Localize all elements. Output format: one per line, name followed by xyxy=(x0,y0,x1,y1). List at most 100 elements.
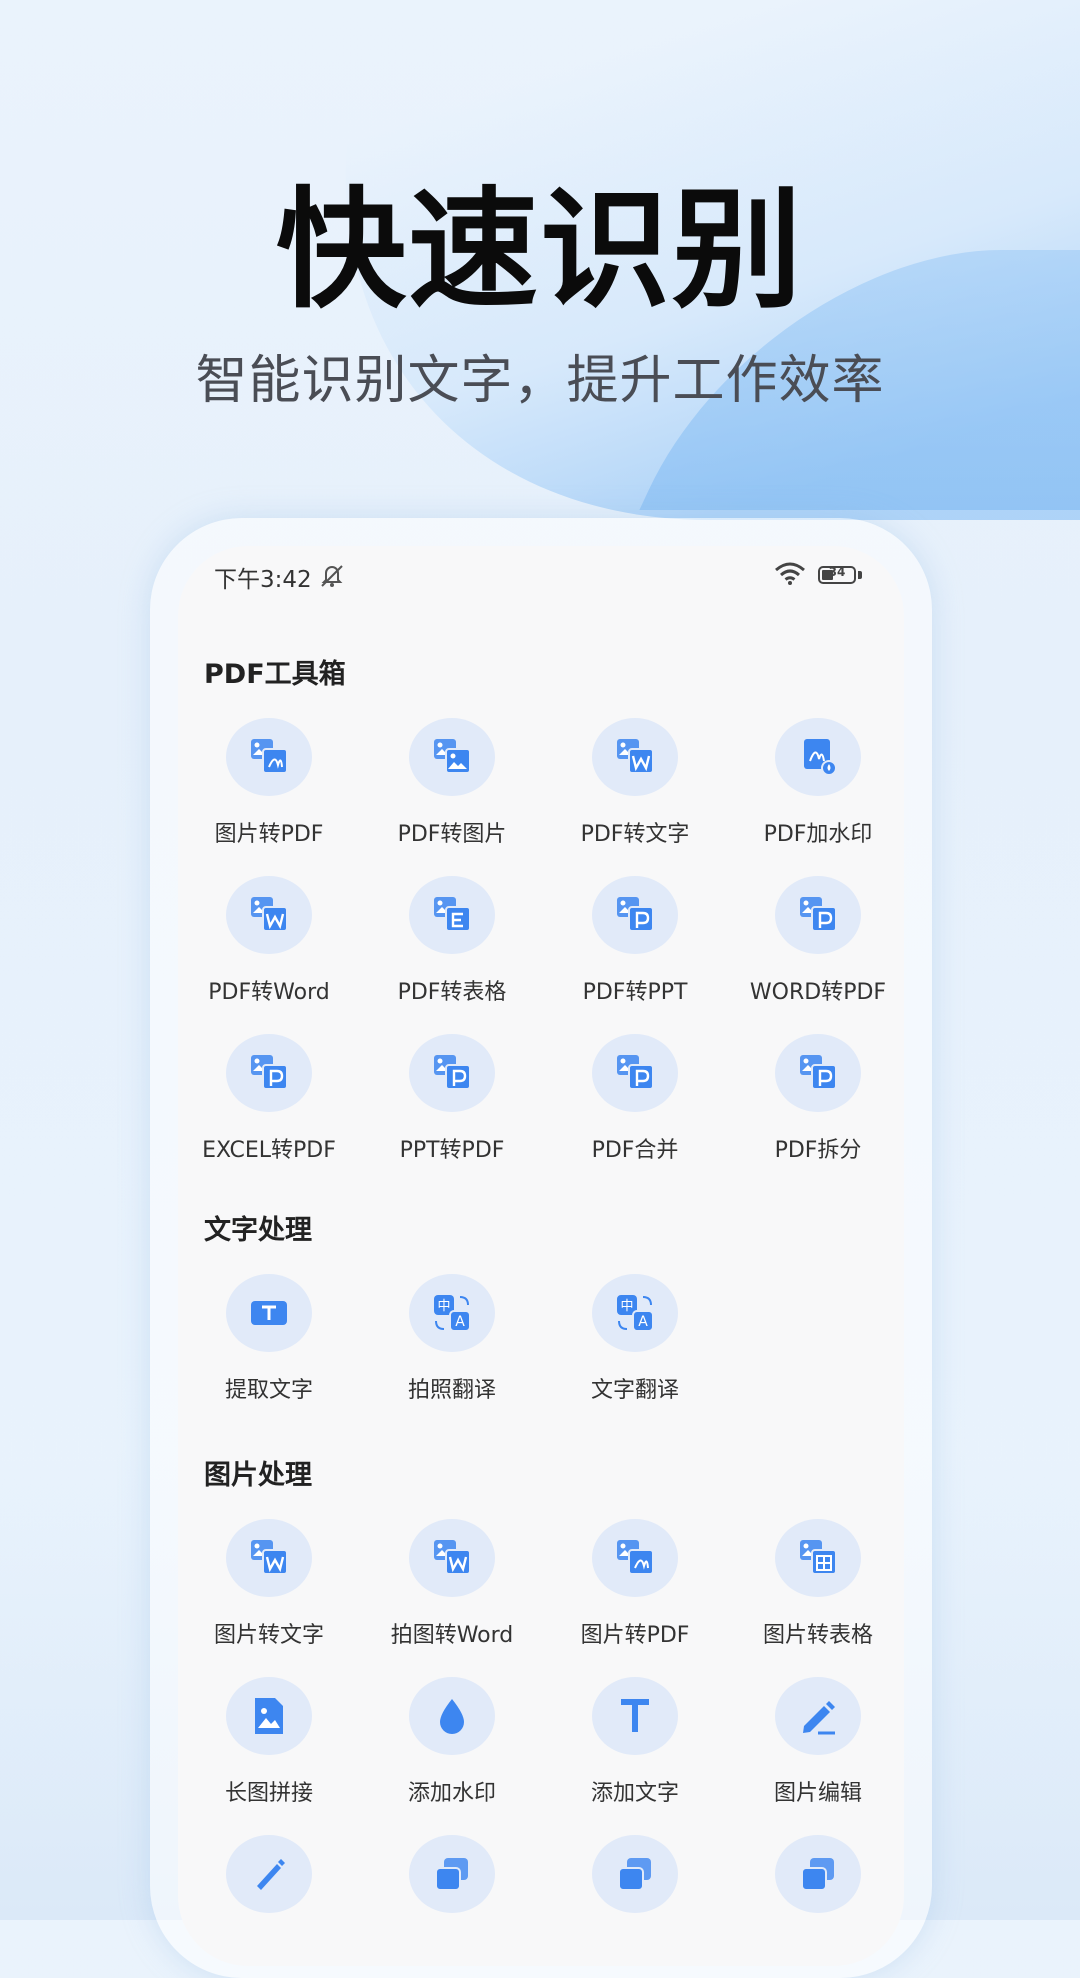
tool-item[interactable]: 图片转表格 xyxy=(727,1519,904,1669)
tool-label: 拍照翻译 xyxy=(407,1378,496,1403)
tool-label: 图片转PDF xyxy=(214,822,324,847)
tool-label: PDF转PPT xyxy=(582,980,688,1005)
excel-to-pdf-icon xyxy=(251,1055,288,1090)
tool-item[interactable]: PDF加水印 xyxy=(727,718,904,868)
image-to-pdf-icon xyxy=(251,739,288,774)
battery-tip xyxy=(858,571,862,579)
tool-label: WORD转PDF xyxy=(749,980,887,1005)
svg-text:A: A xyxy=(455,1314,465,1330)
svg-text:中: 中 xyxy=(620,1299,633,1314)
tool-item[interactable]: 图片转PDF xyxy=(544,1519,726,1669)
tool-item[interactable]: 中A 拍照翻译 xyxy=(361,1274,543,1424)
tool-icon-circle xyxy=(226,718,312,796)
tool-label: PDF加水印 xyxy=(763,822,873,847)
pdf-merge-icon xyxy=(617,1055,654,1090)
tool-item[interactable] xyxy=(544,1835,726,1966)
tool-icon-circle xyxy=(226,1835,312,1913)
tool-icon-circle xyxy=(409,876,495,954)
tool-label: PDF合并 xyxy=(591,1138,679,1163)
section-title: 图片处理 xyxy=(204,1460,312,1491)
tool-item[interactable]: PDF转PPT xyxy=(544,876,726,1026)
tool-item[interactable]: 添加水印 xyxy=(361,1677,543,1827)
tool-label: EXCEL转PDF xyxy=(202,1138,336,1163)
tool-label: PDF拆分 xyxy=(774,1138,862,1163)
tool-label: 拍图转Word xyxy=(390,1623,514,1648)
image-to-text-icon xyxy=(251,1540,288,1575)
tool-label: 添加水印 xyxy=(407,1781,496,1806)
section-title: 文字处理 xyxy=(204,1215,312,1246)
wifi-icon xyxy=(774,562,806,590)
tool-item[interactable] xyxy=(727,1835,904,1966)
tool-icon-circle xyxy=(592,1519,678,1597)
photo-to-word-icon xyxy=(434,1540,471,1575)
tool-icon-circle xyxy=(226,876,312,954)
tool-item[interactable]: PDF合并 xyxy=(544,1034,726,1184)
text-translate-icon: 中A xyxy=(617,1295,654,1332)
section-title: PDF工具箱 xyxy=(204,659,346,690)
pdf-to-excel-icon xyxy=(434,897,471,932)
tool-item[interactable]: 中A 文字翻译 xyxy=(544,1274,726,1424)
tool-item[interactable]: PDF转图片 xyxy=(361,718,543,868)
phone-screen: 下午3:42 34 PDF工具箱 图片转PDF PDF转图片 PDF转文字 PD… xyxy=(178,546,904,1966)
tool-icon-circle xyxy=(409,1835,495,1913)
hero-title: 快速识别 xyxy=(275,174,804,326)
tool-icon-circle xyxy=(592,876,678,954)
svg-text:中: 中 xyxy=(437,1299,450,1314)
tool-icon-circle xyxy=(592,718,678,796)
tool-item[interactable]: WORD转PDF xyxy=(727,876,904,1026)
image-edit-pencil-icon xyxy=(803,1701,835,1735)
tool-label: PDF转Word xyxy=(208,980,330,1005)
image-to-pdf-icon xyxy=(617,1540,654,1575)
battery-percent: 34 xyxy=(828,565,846,579)
tool-item[interactable]: 拍图转Word xyxy=(361,1519,543,1669)
tool-item[interactable] xyxy=(178,1835,360,1966)
tool-label: 文字翻译 xyxy=(590,1378,679,1403)
long-image-stitch-icon xyxy=(255,1698,283,1734)
copy-icon xyxy=(618,1858,651,1891)
tool-icon-circle xyxy=(409,718,495,796)
tool-icon-circle xyxy=(226,1034,312,1112)
tool-icon-circle xyxy=(409,1519,495,1597)
tool-item[interactable] xyxy=(361,1835,543,1966)
tool-item[interactable]: 图片转PDF xyxy=(178,718,360,868)
tool-label: 添加文字 xyxy=(590,1781,679,1806)
tool-item[interactable]: PPT转PDF xyxy=(361,1034,543,1184)
tool-item[interactable]: 添加文字 xyxy=(544,1677,726,1827)
tool-icon-circle xyxy=(592,1034,678,1112)
tool-icon-circle xyxy=(409,1677,495,1755)
tool-icon-circle: 中A xyxy=(592,1274,678,1352)
tool-item[interactable]: 长图拼接 xyxy=(178,1677,360,1827)
photo-translate-icon: 中A xyxy=(434,1295,471,1332)
pdf-to-text-icon xyxy=(617,739,654,774)
tool-item[interactable]: 提取文字 xyxy=(178,1274,360,1424)
tool-item[interactable]: PDF转表格 xyxy=(361,876,543,1026)
tool-item[interactable]: PDF转Word xyxy=(178,876,360,1026)
tool-item[interactable]: PDF拆分 xyxy=(727,1034,904,1184)
pdf-to-image-icon xyxy=(434,739,471,774)
tool-label: 提取文字 xyxy=(224,1378,313,1403)
tool-label: 图片转文字 xyxy=(213,1623,324,1648)
tool-label: PPT转PDF xyxy=(399,1138,505,1163)
tool-label: PDF转图片 xyxy=(397,822,507,847)
ppt-to-pdf-icon xyxy=(434,1055,471,1090)
copy-icon xyxy=(801,1858,834,1891)
tool-icon-circle xyxy=(775,1034,861,1112)
tool-item[interactable]: 图片编辑 xyxy=(727,1677,904,1827)
extract-text-icon xyxy=(251,1301,287,1325)
tool-item[interactable]: EXCEL转PDF xyxy=(178,1034,360,1184)
status-time: 下午3:42 xyxy=(214,567,312,593)
pdf-watermark-icon xyxy=(804,739,837,776)
status-bar: 下午3:42 34 xyxy=(178,546,904,606)
battery-icon: 34 xyxy=(818,565,856,584)
pdf-to-word-icon xyxy=(251,897,288,932)
tool-icon-circle xyxy=(592,1835,678,1913)
hero-subtitle: 智能识别文字，提升工作效率 xyxy=(195,351,885,411)
tool-item[interactable]: PDF转文字 xyxy=(544,718,726,868)
tool-item[interactable]: 图片转文字 xyxy=(178,1519,360,1669)
mute-bell-icon xyxy=(318,562,346,592)
tool-icon-circle xyxy=(226,1274,312,1352)
pdf-split-icon xyxy=(800,1055,837,1090)
tool-label: 图片转表格 xyxy=(762,1623,873,1648)
tool-icon-circle xyxy=(775,718,861,796)
tool-icon-circle xyxy=(592,1677,678,1755)
